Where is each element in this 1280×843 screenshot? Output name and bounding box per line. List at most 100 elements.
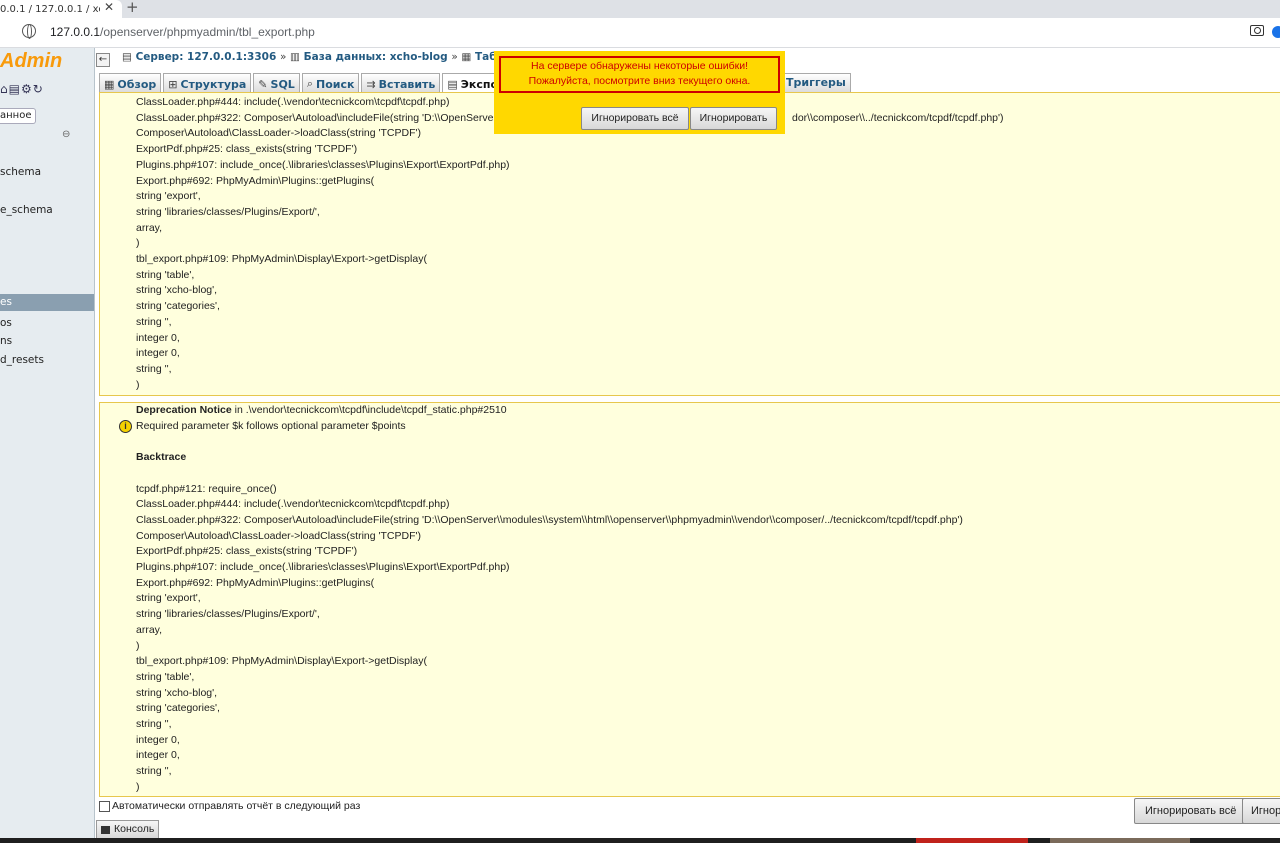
nav-icons[interactable]: ⌂▤⚙↻	[0, 82, 44, 96]
backtrace-line: integer 0,	[136, 733, 180, 746]
backtrace-line: ExportPdf.php#25: class_exists(string 'T…	[136, 545, 358, 558]
insert-icon: ⇉	[366, 77, 376, 91]
collapse-nav-button[interactable]: ←	[96, 53, 110, 67]
backtrace-line: string '',	[136, 718, 172, 730]
backtrace-line: integer 0,	[136, 347, 180, 360]
url-host: 127.0.0.1	[50, 25, 101, 39]
tab-label: Поиск	[315, 77, 355, 91]
backtrace-line: string 'categories',	[136, 702, 220, 715]
console-button[interactable]: Консоль	[96, 820, 160, 838]
ignore-footer-button[interactable]: Игнор	[1242, 798, 1280, 824]
breadcrumb-database[interactable]: База данных: xcho-blog	[304, 51, 448, 63]
notice-heading: Deprecation Notice in .\vendor\tecnickco…	[136, 403, 507, 419]
browser-tab-title: 0.0.1 / 127.0.0.1 / xcho	[0, 3, 100, 15]
tab-insert[interactable]: ⇉ Вставить	[361, 73, 441, 92]
auto-report-label: Автоматически отправлять отчёт в следующ…	[112, 800, 361, 812]
export-icon: ▤	[447, 77, 458, 91]
auto-report-option[interactable]: Автоматически отправлять отчёт в следующ…	[99, 800, 360, 812]
close-icon[interactable]: ✕	[104, 0, 114, 14]
backtrace-line: integer 0,	[136, 749, 180, 762]
nav-db-item[interactable]: d_resets	[0, 354, 44, 366]
backtrace-line: tbl_export.php#109: PhpMyAdmin\Display\E…	[136, 253, 427, 265]
backtrace-line: array,	[136, 221, 163, 234]
breadcrumb-sep: »	[279, 51, 287, 63]
backtrace-line: array,	[136, 623, 163, 636]
menu-tabs: ▦ Обзор ⊞ Структура ✎ SQL ⌕ Поиск ⇉ Вставить …	[99, 73, 505, 92]
backtrace-line: string 'table',	[136, 670, 195, 683]
backtrace-line: ClassLoader.php#444: include(.\vendor\te…	[136, 498, 450, 511]
tab-search[interactable]: ⌕ Поиск	[301, 73, 360, 92]
taskbar-item[interactable]	[1050, 838, 1190, 843]
breadcrumb: ▤ Сервер: 127.0.0.1:3306 » ▥ База данных…	[122, 51, 541, 63]
notice-location: in .\vendor\tecnickcom\tcpdf\include\tcp…	[231, 404, 507, 416]
navigation-panel: Admin ⌂▤⚙↻ анное ⊖ schema e_schema es os…	[0, 48, 95, 843]
backtrace-line: Export.php#692: PhpMyAdmin\Plugins::getP…	[136, 576, 375, 589]
breadcrumb-server[interactable]: Сервер: 127.0.0.1:3306	[136, 51, 277, 63]
backtrace-line: ClassLoader.php#322: Composer\Autoload\i…	[136, 111, 497, 124]
tab-browse[interactable]: ▦ Обзор	[99, 73, 162, 92]
ignore-all-footer-button[interactable]: Игнорировать всё	[1134, 798, 1248, 824]
backtrace-line: )	[136, 780, 140, 793]
popup-line: На сервере обнаружены некоторые ошибки!	[530, 60, 749, 72]
breadcrumb-sep: »	[451, 51, 458, 63]
globe-icon	[22, 24, 36, 39]
nav-db-item[interactable]: os	[0, 317, 12, 329]
backtrace-line: )	[136, 237, 140, 250]
browser-tab[interactable]: 0.0.1 / 127.0.0.1 / xcho ✕	[0, 0, 122, 18]
backtrace-line: ClassLoader.php#444: include(.\vendor\te…	[136, 96, 450, 108]
recent-tables-button[interactable]: анное	[0, 108, 37, 124]
backtrace-heading: Backtrace	[136, 451, 187, 463]
url-text[interactable]: 127.0.0.1/openserver/phpmyadmin/tbl_expo…	[50, 25, 315, 39]
tab-label: Вставить	[378, 77, 436, 91]
database-icon: ▥	[290, 51, 300, 63]
tab-sql[interactable]: ✎ SQL	[253, 73, 300, 92]
backtrace-line: ExportPdf.php#25: class_exists(string 'T…	[136, 143, 358, 156]
backtrace-line: string 'export',	[136, 190, 201, 203]
notice-message: Required parameter $k follows optional p…	[136, 419, 406, 432]
console-label: Консоль	[114, 823, 155, 835]
backtrace-line: ClassLoader.php#322: Composer\Autoload\i…	[136, 513, 963, 526]
backtrace-line: Composer\Autoload\ClassLoader->loadClass…	[136, 529, 421, 542]
search-icon: ⌕	[306, 77, 313, 90]
backtrace-line: integer 0,	[136, 331, 180, 344]
server-icon: ▤	[122, 51, 132, 63]
backtrace-line: string '',	[136, 315, 172, 328]
backtrace-line: string 'libraries/classes/Plugins/Export…	[136, 205, 320, 218]
url-path: /openserver/phpmyadmin/tbl_export.php	[100, 25, 315, 39]
link-icon[interactable]: ⊖	[62, 129, 70, 140]
camera-icon[interactable]	[1250, 25, 1264, 36]
backtrace-line: Export.php#692: PhpMyAdmin\Plugins::getP…	[136, 174, 375, 187]
backtrace-line: string '',	[136, 765, 172, 778]
warning-icon: i	[119, 420, 132, 433]
backtrace-line: Plugins.php#107: include_once(.\librarie…	[136, 561, 510, 573]
backtrace-line: tbl_export.php#109: PhpMyAdmin\Display\E…	[136, 655, 427, 668]
tab-triggers[interactable]: Триггеры	[783, 73, 851, 92]
ignore-button[interactable]: Игнорировать	[690, 107, 777, 130]
ignore-all-button[interactable]: Игнорировать всё	[581, 107, 689, 130]
auto-report-checkbox[interactable]	[99, 800, 110, 812]
tab-structure[interactable]: ⊞ Структура	[163, 73, 252, 92]
popup-message: На сервере обнаружены некоторые ошибки! …	[499, 56, 780, 93]
tab-label: Структура	[180, 77, 247, 91]
browse-icon: ▦	[104, 77, 115, 91]
new-tab-icon[interactable]: +	[126, 0, 139, 16]
taskbar-item[interactable]	[916, 838, 1028, 843]
address-bar[interactable]: 127.0.0.1/openserver/phpmyadmin/tbl_expo…	[0, 18, 1280, 48]
nav-db-item[interactable]: e_schema	[0, 204, 53, 216]
backtrace-line: string 'export',	[136, 592, 201, 605]
tab-label: SQL	[270, 77, 295, 91]
backtrace-line: )	[136, 378, 140, 391]
backtrace-line: string '',	[136, 362, 172, 375]
backtrace-line: string 'xcho-blog',	[136, 284, 218, 297]
backtrace-line: string 'libraries/classes/Plugins/Export…	[136, 608, 320, 621]
error-popup: На сервере обнаружены некоторые ошибки! …	[494, 51, 785, 134]
nav-db-item-selected[interactable]: es	[0, 294, 94, 311]
logo[interactable]: Admin	[0, 50, 62, 73]
tab-label: Экспо	[460, 77, 498, 91]
structure-icon: ⊞	[168, 77, 178, 91]
nav-db-item[interactable]: ns	[0, 335, 12, 347]
backtrace-line: Composer\Autoload\ClassLoader->loadClass…	[136, 127, 421, 140]
nav-db-item[interactable]: schema	[0, 166, 41, 178]
extension-icon[interactable]	[1272, 26, 1280, 38]
tab-label: Обзор	[117, 77, 157, 91]
